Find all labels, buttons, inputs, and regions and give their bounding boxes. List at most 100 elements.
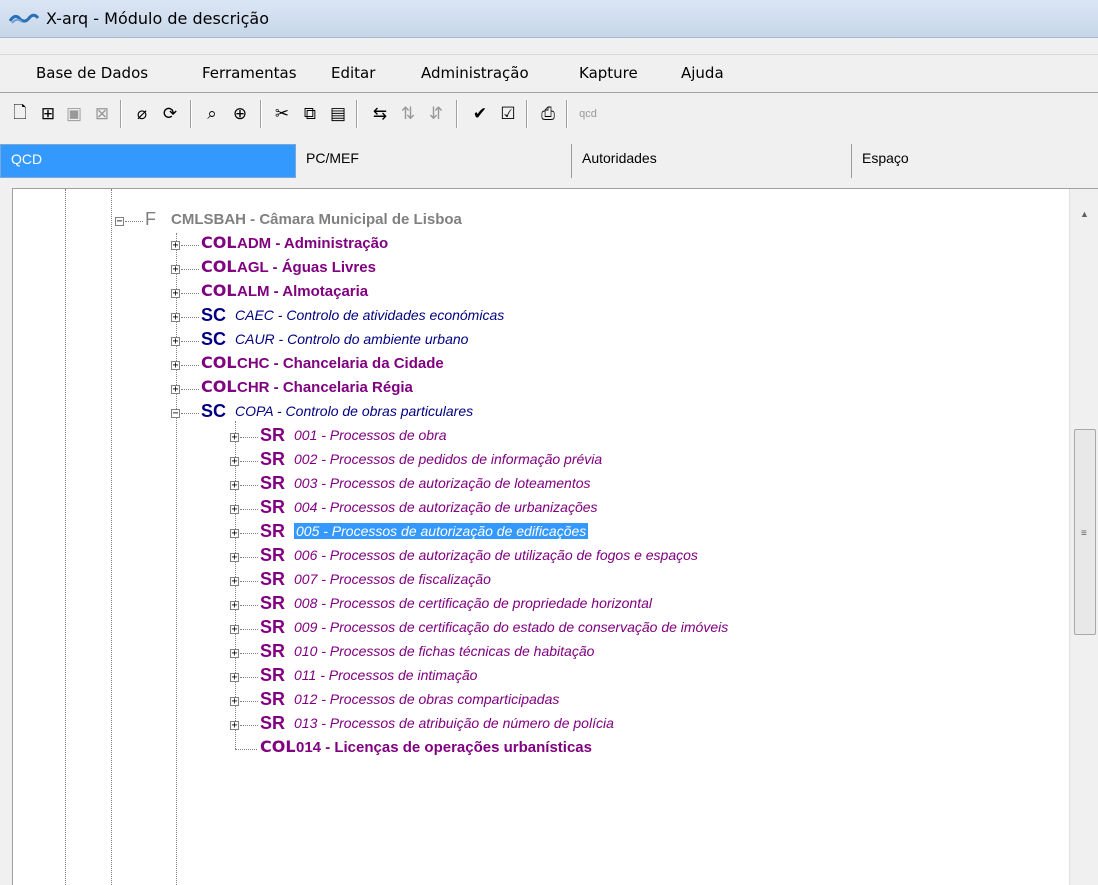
add-icon[interactable]: ⊞ <box>36 102 60 126</box>
menu-kapture[interactable]: Kapture <box>579 64 638 82</box>
tree-connector <box>240 605 258 606</box>
toolbar-separator <box>190 100 192 128</box>
expand-toggle[interactable]: + <box>230 673 239 683</box>
level-code: SR <box>260 593 286 613</box>
level-code: COL <box>201 281 237 300</box>
level-code: SR <box>260 497 286 517</box>
grip-icon: ≡ <box>1081 528 1087 539</box>
cut-icon[interactable]: ✂ <box>270 102 294 126</box>
node-label: CHC - Chancelaria da Cidade <box>237 355 444 372</box>
level-code: F <box>145 209 156 229</box>
menu-administracao[interactable]: Administração <box>421 64 529 82</box>
expand-toggle[interactable]: + <box>230 505 239 515</box>
toolbar: 🗋 ⊞ ▣ ⊠ ⌀ ⟳ ⌕ ⊕ ✂ ⧉ ▤ ⇆ ⇅ ⇵ ✔ ☑ ⎙ qcd <box>0 96 1098 134</box>
menu-ferramentas[interactable]: Ferramentas <box>202 64 297 82</box>
tree-connector <box>240 437 258 438</box>
node-label: 011 - Processos de intimação <box>294 667 478 683</box>
tab-pc-mef[interactable]: PC/MEF <box>296 144 572 178</box>
level-code: SR <box>260 617 286 637</box>
level-code: SR <box>260 665 286 685</box>
node-label: 009 - Processos de certificação do estad… <box>294 619 729 635</box>
tree-connector <box>181 245 199 246</box>
expand-toggle[interactable]: + <box>230 529 239 539</box>
paste-icon[interactable]: ▤ <box>326 102 350 126</box>
expand-toggle[interactable]: + <box>171 241 180 251</box>
expand-toggle[interactable]: + <box>171 361 180 371</box>
toolbar-separator <box>260 100 262 128</box>
expand-toggle[interactable]: + <box>230 481 239 491</box>
tree-connector <box>235 749 257 750</box>
node-label: 004 - Processos de autorização de urbani… <box>294 499 598 515</box>
refresh-icon[interactable]: ⟳ <box>158 102 182 126</box>
eraser-icon[interactable]: ⌀ <box>130 102 154 126</box>
node-label: CAUR - Controlo do ambiente urbano <box>235 331 469 347</box>
scroll-up-icon[interactable]: ▲ <box>1080 209 1089 219</box>
save-icon[interactable]: ▣ <box>62 102 86 126</box>
tree-connector <box>240 701 258 702</box>
toolbar-separator <box>566 100 568 128</box>
toolbar-separator <box>356 100 358 128</box>
node-label: 012 - Processos de obras comparticipadas <box>294 691 560 707</box>
tree-connector <box>240 461 258 462</box>
delete-icon[interactable]: ⊠ <box>90 102 114 126</box>
copy-icon[interactable]: ⧉ <box>298 102 322 126</box>
zoom-icon[interactable]: ⊕ <box>228 102 252 126</box>
print-icon[interactable]: ⎙ <box>536 102 560 126</box>
scroll-thumb[interactable]: ≡ <box>1074 429 1096 635</box>
level-code: SR <box>260 713 286 733</box>
spellcheck-icon[interactable]: ✔ <box>468 102 492 126</box>
level-code: SR <box>260 425 286 445</box>
menu-base-de-dados[interactable]: Base de Dados <box>36 64 148 82</box>
expand-toggle[interactable]: + <box>230 433 239 443</box>
expand-toggle[interactable]: + <box>171 289 180 299</box>
expand-toggle[interactable]: + <box>230 697 239 707</box>
tree-connector <box>240 509 258 510</box>
node-label: 002 - Processos de pedidos de informação… <box>294 451 603 467</box>
expand-toggle[interactable]: + <box>230 457 239 467</box>
move-icon[interactable]: ⇅ <box>396 102 420 126</box>
node-label: 008 - Processos de certificação de propr… <box>294 595 652 611</box>
vertical-scrollbar[interactable]: ▲ ≡ <box>1069 189 1098 885</box>
search-icon[interactable]: ⌕ <box>200 102 224 126</box>
tab-label: QCD <box>11 151 43 167</box>
expand-toggle[interactable]: + <box>230 553 239 563</box>
xarq-app-icon <box>9 13 39 24</box>
menu-bar: Base de Dados Ferramentas Editar Adminis… <box>0 58 1098 88</box>
tab-qcd[interactable]: QCD <box>0 144 296 178</box>
level-code: SR <box>260 569 286 589</box>
tab-espaco[interactable]: Espaço <box>852 144 1098 178</box>
node-label: 001 - Processos de obra <box>294 427 447 443</box>
level-code: SR <box>260 689 286 709</box>
split-icon[interactable]: ⇵ <box>424 102 448 126</box>
tree-connector <box>240 653 258 654</box>
node-label: 007 - Processos de fiscalização <box>294 571 491 587</box>
classification-tree[interactable]: − F CMLSBAH - Câmara Municipal de Lisboa + C… <box>13 189 1067 885</box>
divider <box>0 92 1098 93</box>
expand-toggle[interactable]: + <box>230 601 239 611</box>
expand-toggle[interactable]: + <box>171 313 180 323</box>
expand-toggle[interactable]: + <box>230 721 239 731</box>
tree-connector <box>181 365 199 366</box>
expand-toggle[interactable]: + <box>171 337 180 347</box>
tab-autoridades[interactable]: Autoridades <box>572 144 852 178</box>
toolbar-separator <box>526 100 528 128</box>
level-code: SR <box>260 521 286 541</box>
tree-connector <box>240 533 258 534</box>
validate-icon[interactable]: ☑ <box>496 102 520 126</box>
node-label: 006 - Processos de autorização de utiliz… <box>294 547 698 563</box>
expand-toggle[interactable]: + <box>230 625 239 635</box>
level-code: SR <box>260 641 286 661</box>
expand-toggle[interactable]: + <box>171 385 180 395</box>
menu-ajuda[interactable]: Ajuda <box>681 64 724 82</box>
expand-toggle[interactable]: + <box>230 649 239 659</box>
collapse-toggle[interactable]: − <box>115 217 124 227</box>
expand-toggle[interactable]: + <box>230 577 239 587</box>
qcd-icon[interactable]: qcd <box>576 102 600 126</box>
node-label: 005 - Processos de autorização de edific… <box>294 523 589 539</box>
expand-toggle[interactable]: + <box>171 265 180 275</box>
node-label: 013 - Processos de atribuição de número … <box>294 715 614 731</box>
menu-editar[interactable]: Editar <box>331 64 375 82</box>
collapse-toggle[interactable]: − <box>171 409 180 419</box>
link-icon[interactable]: ⇆ <box>368 102 392 126</box>
new-icon[interactable]: 🗋 <box>8 102 32 126</box>
